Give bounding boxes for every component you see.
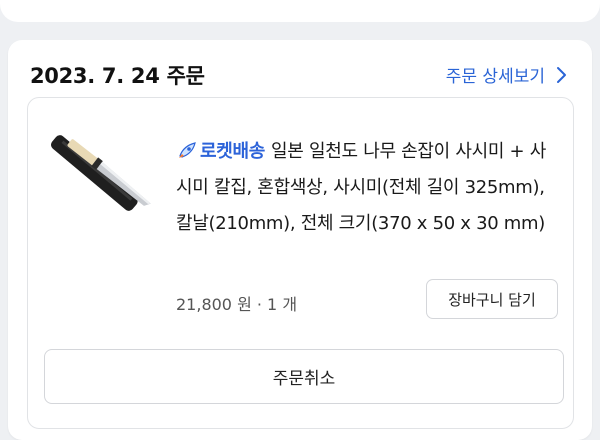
rocket-delivery-label: 로켓배송 [200, 141, 266, 162]
order-detail-label: 주문 상세보기 [445, 67, 545, 87]
order-date-title: 2023. 7. 24 주문 [30, 64, 205, 88]
add-to-cart-button[interactable]: 장바구니 담기 [426, 279, 558, 319]
rocket-icon [179, 142, 196, 158]
previous-card-edge [0, 0, 600, 22]
price-quantity: 21,800 원 · 1 개 [176, 295, 298, 314]
order-detail-link[interactable]: 주문 상세보기 [446, 62, 568, 87]
order-item-box: 로켓배송 일본 일천도 나무 손잡이 사시미 + 사시미 칼집, 혼합색상, 사시… [27, 97, 574, 429]
product-title[interactable]: 로켓배송 일본 일천도 나무 손잡이 사시미 + 사시미 칼집, 혼합색상, 사시… [176, 134, 561, 242]
cancel-order-button[interactable]: 주문취소 [44, 349, 564, 404]
order-card: 2023. 7. 24 주문 주문 상세보기 로켓배송 일본 일천도 나무 손잡… [8, 40, 592, 440]
product-thumbnail[interactable] [48, 124, 158, 234]
chevron-right-icon [557, 66, 566, 83]
